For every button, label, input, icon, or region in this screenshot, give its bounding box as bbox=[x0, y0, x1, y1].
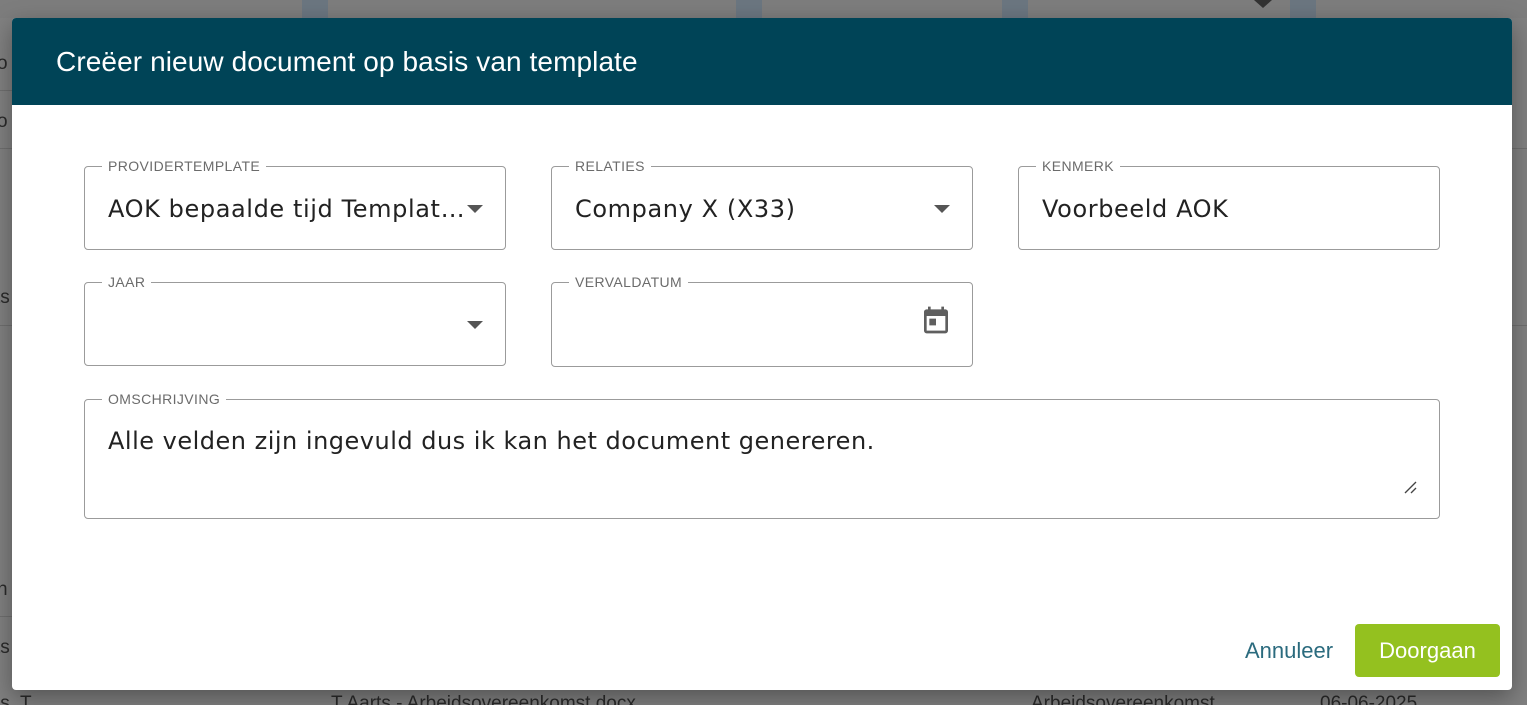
relaties-label: RELATIES bbox=[569, 158, 651, 174]
vervaldatum-input[interactable] bbox=[575, 309, 905, 341]
kenmerk-input[interactable] bbox=[1042, 193, 1422, 225]
chevron-down-icon[interactable] bbox=[467, 205, 483, 213]
bg-row-fragment: ts bbox=[0, 637, 10, 658]
bg-row-fragment: o bbox=[0, 111, 8, 132]
bg-row-divider bbox=[1512, 325, 1527, 326]
bg-row-divider bbox=[0, 90, 12, 91]
chevron-down-icon[interactable] bbox=[934, 205, 950, 213]
bg-row-divider bbox=[1512, 148, 1527, 149]
bg-row-fragment: n bbox=[0, 579, 8, 600]
relaties-value: Company X (X33) bbox=[575, 195, 796, 223]
omschrijving-textarea[interactable]: Alle velden zijn ingevuld dus ik kan het… bbox=[108, 424, 1398, 494]
kenmerk-field: KENMERK bbox=[1018, 158, 1440, 250]
bg-column-separator bbox=[1290, 0, 1316, 18]
omschrijving-field: OMSCHRIJVING Alle velden zijn ingevuld d… bbox=[84, 391, 1440, 519]
bg-row-category: Arbeidsovereenkomst bbox=[1031, 693, 1215, 705]
continue-button[interactable]: Doorgaan bbox=[1355, 624, 1500, 677]
bg-row-divider bbox=[0, 148, 12, 149]
relaties-select[interactable]: RELATIES Company X (X33) bbox=[551, 158, 973, 250]
omschrijving-label: OMSCHRIJVING bbox=[102, 391, 227, 407]
bg-sort-caret-icon bbox=[1254, 0, 1272, 8]
jaar-select[interactable]: JAAR bbox=[84, 274, 506, 366]
kenmerk-label: KENMERK bbox=[1036, 158, 1121, 174]
bg-column-separator bbox=[736, 0, 762, 18]
dialog-title: Creëer nieuw document op basis van templ… bbox=[56, 45, 638, 77]
bg-row-date: 06-06-2025 bbox=[1320, 693, 1418, 705]
resize-handle-icon[interactable] bbox=[1403, 480, 1417, 494]
vervaldatum-field: VERVALDATUM bbox=[551, 274, 973, 367]
bg-header-cell bbox=[328, 0, 736, 18]
bg-header-cell bbox=[0, 0, 302, 18]
bg-column-separator bbox=[1002, 0, 1028, 18]
jaar-label: JAAR bbox=[102, 274, 152, 290]
vervaldatum-label: VERVALDATUM bbox=[569, 274, 689, 290]
bg-header-cell bbox=[1316, 0, 1527, 18]
bg-column-separator bbox=[302, 0, 328, 18]
bg-row-divider bbox=[0, 616, 12, 617]
dialog-header: Creëer nieuw document op basis van templ… bbox=[12, 18, 1512, 105]
bg-row-fragment: ts, T bbox=[0, 693, 32, 705]
providertemplate-select[interactable]: PROVIDERTEMPLATE AOK bepaalde tijd Templ… bbox=[84, 158, 506, 250]
bg-header-cell bbox=[762, 0, 1002, 18]
bg-row-fragment: ts bbox=[0, 287, 10, 308]
calendar-icon[interactable] bbox=[920, 303, 952, 337]
providertemplate-value: AOK bepaalde tijd Template.docx bbox=[108, 195, 469, 223]
bg-header-cell bbox=[1028, 0, 1290, 18]
cancel-button[interactable]: Annuleer bbox=[1229, 628, 1349, 674]
providertemplate-label: PROVIDERTEMPLATE bbox=[102, 158, 267, 174]
bg-row-divider bbox=[0, 325, 12, 326]
bg-row-filename: T Aarts - Arbeidsovereenkomst.docx bbox=[331, 693, 636, 705]
bg-row-fragment: o bbox=[0, 53, 8, 74]
create-document-dialog: Creëer nieuw document op basis van templ… bbox=[12, 18, 1512, 690]
chevron-down-icon[interactable] bbox=[467, 321, 483, 329]
